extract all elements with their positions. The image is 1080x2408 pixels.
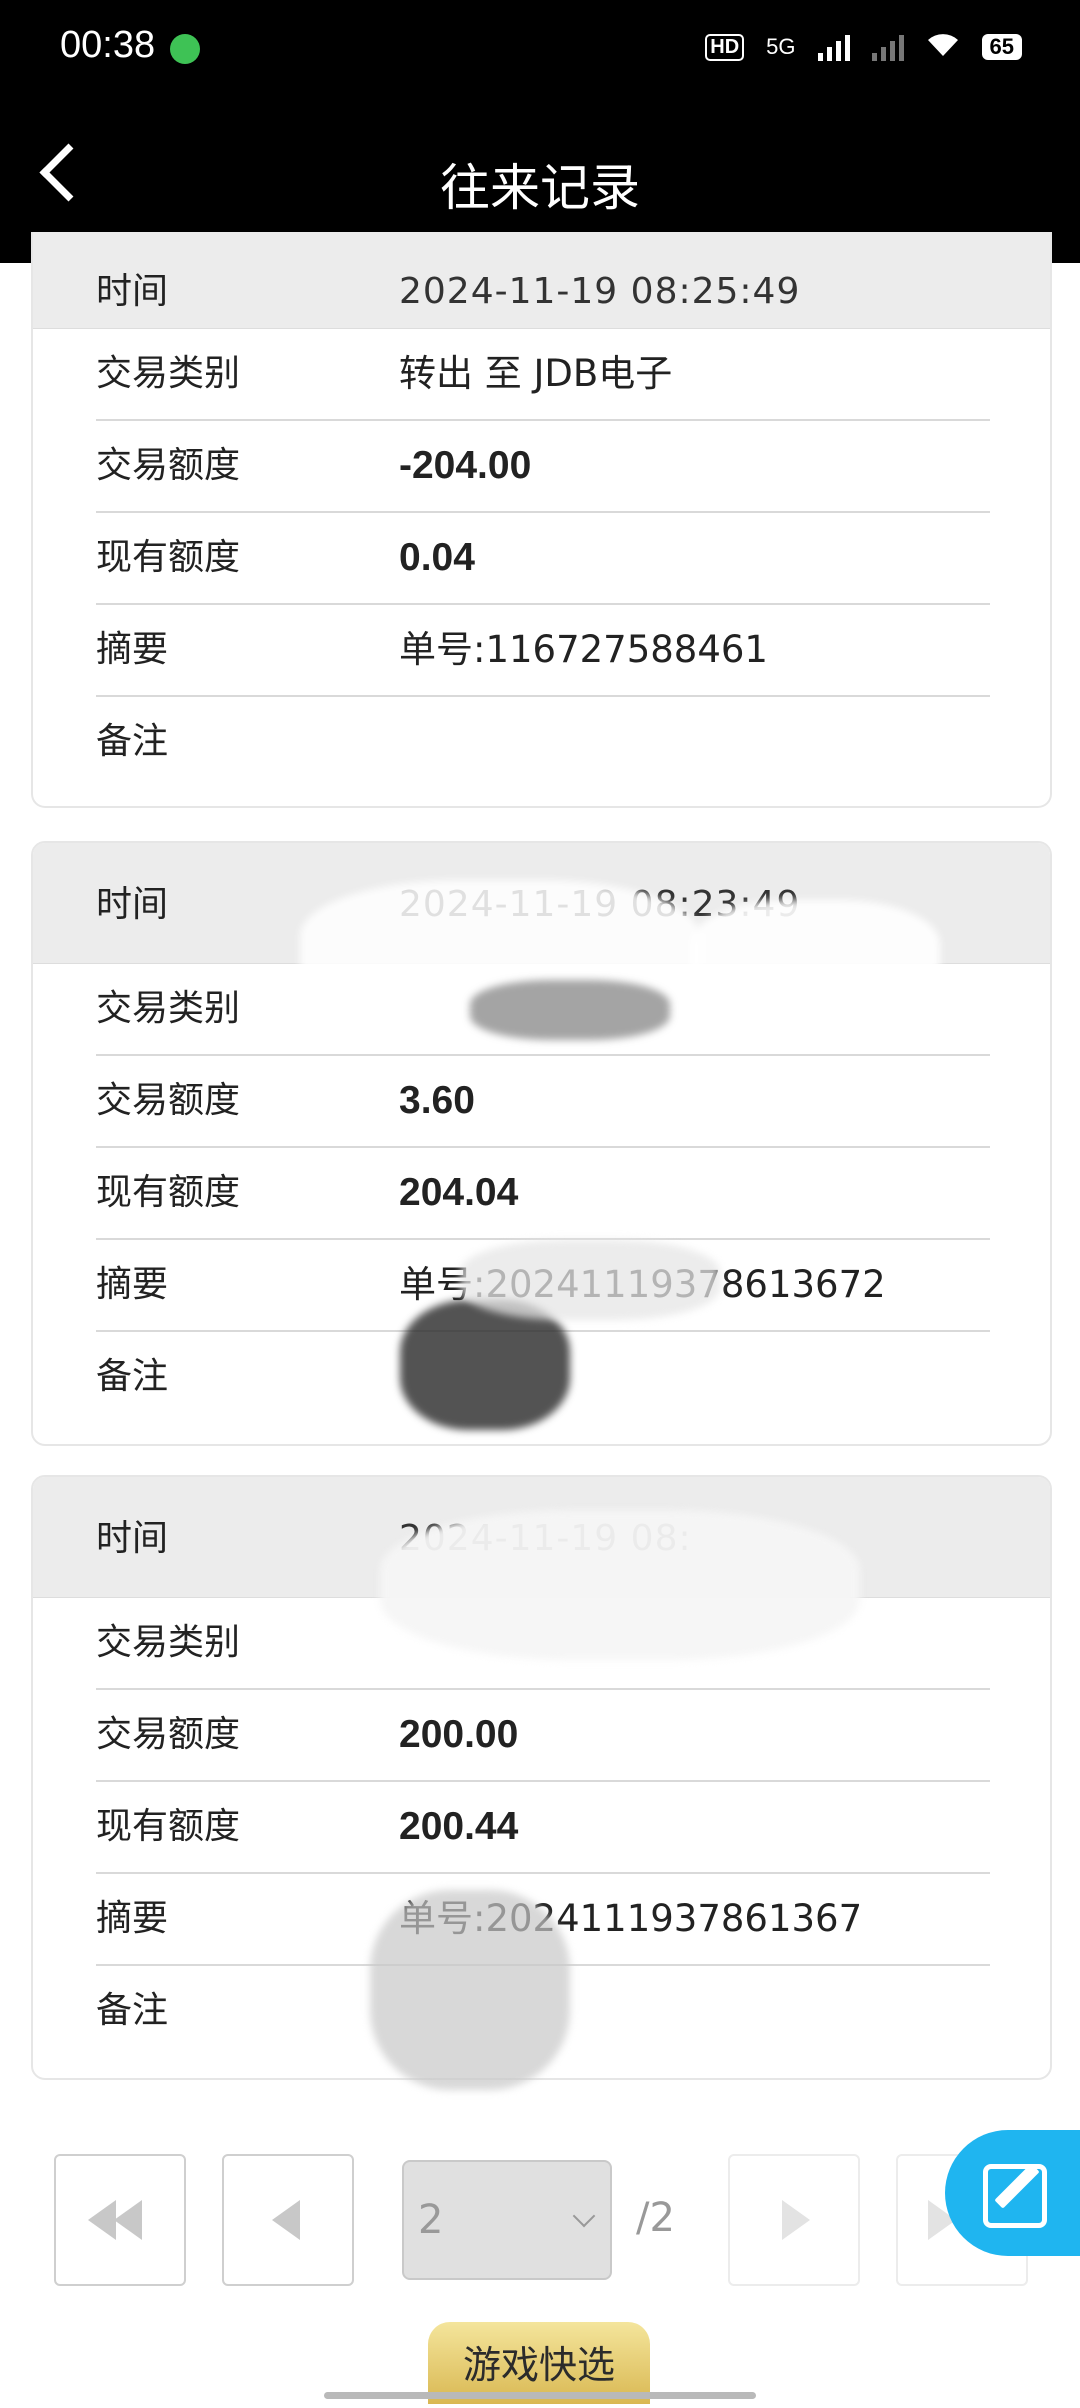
next-page-button[interactable] — [728, 2154, 860, 2286]
time-value: 2024-11-19 08:25:49 — [399, 271, 801, 312]
amount-label: 交易额度 — [96, 1714, 241, 1755]
record-row: 交易额度 -204.00 — [96, 421, 990, 513]
balance-label: 现有额度 — [96, 1806, 241, 1847]
amount-label: 交易额度 — [96, 445, 241, 486]
time-label: 时间 — [96, 1518, 169, 1559]
redaction-mark — [380, 1510, 860, 1660]
type-label: 交易类别 — [96, 353, 241, 394]
page-title: 往来记录 — [440, 159, 640, 217]
record-row: 摘要 单号:116727588461 — [96, 605, 990, 697]
redaction-mark — [370, 1890, 570, 2090]
time-label: 时间 — [96, 884, 169, 925]
wechat-notification-icon — [170, 34, 200, 64]
top-bar: 00:38 HD 5G 65 往来记录 — [0, 0, 1080, 263]
balance-value: 204.04 — [399, 1171, 519, 1214]
record-card: 时间 2024-11-19 08:25:49 交易类别 转出 至 JDB电子 交… — [31, 232, 1052, 808]
note-label: 备注 — [96, 1356, 169, 1397]
amount-value: 3.60 — [399, 1079, 475, 1122]
type-value: 转出 至 JDB电子 — [399, 352, 673, 395]
balance-label: 现有额度 — [96, 537, 241, 578]
balance-value: 200.44 — [399, 1805, 519, 1848]
note-label: 备注 — [96, 1990, 169, 2031]
balance-label: 现有额度 — [96, 1172, 241, 1213]
network-type: 5G — [766, 34, 796, 59]
hd-voice-icon: HD — [705, 33, 745, 61]
type-label: 交易类别 — [96, 1622, 241, 1663]
battery-icon: 65 — [981, 34, 1022, 60]
redaction-mark — [690, 900, 940, 1010]
record-row: 交易类别 转出 至 JDB电子 — [96, 329, 990, 421]
record-row: 现有额度 200.44 — [96, 1782, 990, 1874]
summary-label: 摘要 — [96, 1898, 169, 1939]
status-time: 00:38 — [60, 24, 156, 66]
wifi-icon — [926, 30, 960, 64]
balance-value: 0.04 — [399, 536, 475, 579]
page-total: /2 — [636, 2195, 675, 2241]
redaction-mark — [400, 1300, 570, 1430]
page-select[interactable]: 2 — [402, 2160, 612, 2280]
summary-label: 摘要 — [96, 629, 169, 670]
pagination: 2 /2 — [0, 2150, 1080, 2286]
record-time-row: 时间 2024-11-19 08:25:49 — [33, 232, 1050, 329]
amount-value: -204.00 — [399, 444, 532, 487]
rewind-icon — [88, 2200, 116, 2240]
next-icon — [782, 2200, 810, 2240]
home-indicator[interactable] — [324, 2392, 756, 2399]
signal-strength-icon — [817, 33, 850, 61]
record-row: 备注 — [96, 697, 990, 787]
record-row: 交易额度 200.00 — [96, 1690, 990, 1782]
status-icons: HD 5G 65 — [705, 30, 1022, 64]
summary-label: 摘要 — [96, 1264, 169, 1305]
signal-strength-sim2-icon — [871, 33, 904, 61]
type-label: 交易类别 — [96, 988, 241, 1029]
amount-value: 200.00 — [399, 1713, 519, 1756]
previous-page-button[interactable] — [222, 2154, 354, 2286]
record-row: 交易额度 3.60 — [96, 1056, 990, 1148]
redaction-mark — [460, 1240, 720, 1320]
edit-fab-button[interactable] — [945, 2130, 1080, 2256]
note-label: 备注 — [96, 721, 169, 762]
amount-label: 交易额度 — [96, 1080, 241, 1121]
summary-value: 单号:116727588461 — [399, 628, 768, 671]
first-page-button[interactable] — [54, 2154, 186, 2286]
record-row: 现有额度 204.04 — [96, 1148, 990, 1240]
current-page: 2 — [418, 2197, 444, 2243]
record-row: 现有额度 0.04 — [96, 513, 990, 605]
redaction-mark — [470, 980, 670, 1040]
status-bar: 00:38 HD 5G 65 — [0, 0, 1080, 100]
chevron-down-icon — [572, 2204, 596, 2228]
time-label: 时间 — [96, 271, 169, 312]
previous-icon — [272, 2200, 300, 2240]
rewind-icon — [114, 2200, 142, 2240]
